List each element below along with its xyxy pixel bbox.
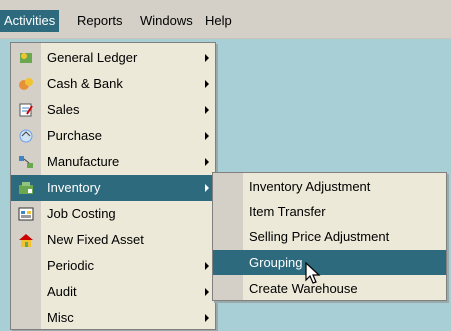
menu-item-purchase[interactable]: Purchase — [11, 123, 215, 149]
job-costing-icon — [18, 206, 34, 222]
menu-item-new-fixed-asset[interactable]: New Fixed Asset — [11, 227, 215, 253]
menu-item-label: Manufacture — [47, 154, 120, 169]
menu-item-label: Cash & Bank — [47, 76, 123, 91]
submenu-arrow-icon — [205, 184, 209, 192]
menu-item-job-costing[interactable]: Job Costing — [11, 201, 215, 227]
submenu-item-label: Grouping — [249, 255, 303, 270]
menu-reports[interactable]: Reports — [73, 10, 127, 32]
manufacture-icon — [18, 154, 34, 170]
menu-item-audit[interactable]: Audit — [11, 279, 215, 305]
menu-activities[interactable]: Activities — [0, 10, 60, 32]
submenu-item-create-warehouse[interactable]: Create Warehouse — [213, 276, 446, 300]
menu-item-periodic[interactable]: Periodic — [11, 253, 215, 279]
menu-item-label: Misc — [47, 310, 74, 325]
menu-item-label: Periodic — [47, 258, 94, 273]
submenu-item-label: Selling Price Adjustment — [249, 229, 390, 244]
submenu-item-label: Item Transfer — [249, 204, 326, 219]
activities-dropdown: General Ledger Cash & Bank Sales Purchas… — [10, 42, 216, 330]
submenu-item-selling-price-adjustment[interactable]: Selling Price Adjustment — [213, 224, 446, 249]
menu-item-manufacture[interactable]: Manufacture — [11, 149, 215, 175]
submenu-arrow-icon — [205, 80, 209, 88]
menu-item-inventory[interactable]: Inventory — [11, 175, 215, 201]
submenu-arrow-icon — [205, 106, 209, 114]
inventory-submenu: Inventory Adjustment Item Transfer Selli… — [212, 172, 447, 301]
menu-windows[interactable]: Windows — [136, 10, 197, 32]
general-ledger-icon — [18, 50, 34, 66]
menu-item-label: Inventory — [47, 180, 101, 195]
submenu-item-item-transfer[interactable]: Item Transfer — [213, 199, 446, 224]
submenu-arrow-icon — [205, 314, 209, 322]
menu-item-misc[interactable]: Misc — [11, 305, 215, 329]
inventory-icon — [18, 180, 34, 196]
menu-item-sales[interactable]: Sales — [11, 97, 215, 123]
menu-help[interactable]: Help — [201, 10, 236, 32]
menu-item-label: General Ledger — [47, 50, 138, 65]
menu-item-cash-bank[interactable]: Cash & Bank — [11, 71, 215, 97]
submenu-arrow-icon — [205, 158, 209, 166]
menu-bar: Activities Reports Windows Help — [0, 0, 451, 39]
menu-item-label: New Fixed Asset — [47, 232, 144, 247]
menu-item-label: Sales — [47, 102, 80, 117]
menu-item-label: Purchase — [47, 128, 102, 143]
submenu-arrow-icon — [205, 262, 209, 270]
fixed-asset-icon — [18, 232, 34, 248]
submenu-arrow-icon — [205, 54, 209, 62]
sales-icon — [18, 102, 34, 118]
submenu-item-grouping[interactable]: Grouping — [213, 250, 446, 275]
menu-item-label: Audit — [47, 284, 77, 299]
submenu-arrow-icon — [205, 132, 209, 140]
purchase-icon — [18, 128, 34, 144]
cash-bank-icon — [18, 76, 34, 92]
submenu-item-label: Inventory Adjustment — [249, 179, 371, 194]
submenu-item-inventory-adjustment[interactable]: Inventory Adjustment — [213, 174, 446, 199]
submenu-arrow-icon — [205, 288, 209, 296]
mouse-cursor-icon — [304, 261, 322, 286]
menu-item-label: Job Costing — [47, 206, 116, 221]
menu-item-general-ledger[interactable]: General Ledger — [11, 45, 215, 71]
